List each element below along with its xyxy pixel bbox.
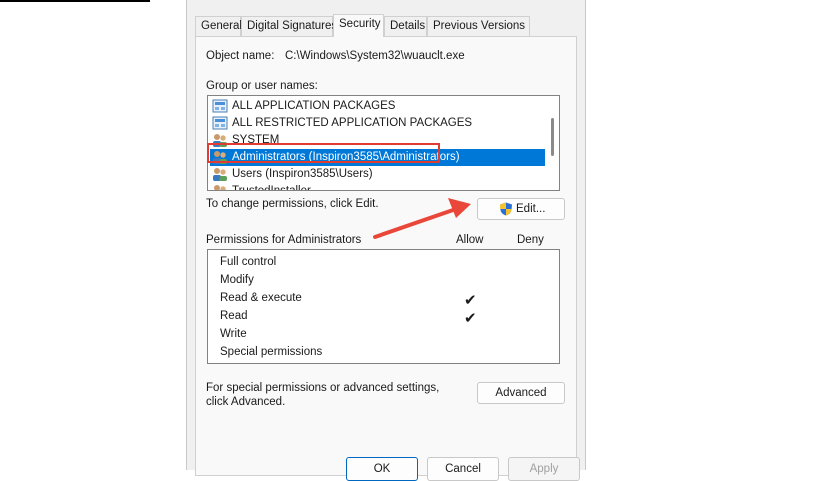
permission-row: Read ✔ xyxy=(220,308,550,327)
permission-name: Read & execute xyxy=(220,292,302,304)
permission-row: Special permissions xyxy=(220,344,550,362)
users-icon xyxy=(213,168,227,181)
object-name-value: C:\Windows\System32\wuauclt.exe xyxy=(285,50,465,62)
advanced-button[interactable]: Advanced xyxy=(477,382,565,404)
group-name: ALL APPLICATION PACKAGES xyxy=(232,100,396,112)
permission-name: Write xyxy=(220,328,247,340)
uac-shield-icon xyxy=(500,202,512,216)
object-name-label: Object name: xyxy=(206,50,275,62)
list-scrollbar[interactable] xyxy=(545,96,559,190)
permissions-label: Permissions for Administrators xyxy=(206,234,362,246)
permission-row: Modify xyxy=(220,272,550,290)
list-item[interactable]: ALL RESTRICTED APPLICATION PACKAGES xyxy=(210,115,550,132)
users-icon xyxy=(214,185,226,190)
group-names-label: Group or user names: xyxy=(206,80,318,92)
selection-highlight-box xyxy=(207,143,440,163)
permission-name: Full control xyxy=(220,256,277,268)
tab-details[interactable]: Details xyxy=(384,16,427,36)
tab-previous-versions[interactable]: Previous Versions xyxy=(427,16,530,36)
permission-name: Special permissions xyxy=(220,346,323,358)
allow-check-icon: ✔ xyxy=(464,292,477,309)
ok-button[interactable]: OK xyxy=(346,457,418,481)
annotation-arrow-icon xyxy=(373,198,471,239)
permission-name: Read xyxy=(220,310,248,322)
permission-row: Read & execute ✔ xyxy=(220,290,550,309)
group-name: ALL RESTRICTED APPLICATION PACKAGES xyxy=(232,117,473,129)
permission-row: Write xyxy=(220,326,550,344)
edit-button-label: Edit... xyxy=(516,203,546,215)
app-package-icon xyxy=(212,116,228,130)
tab-general[interactable]: General xyxy=(195,16,242,36)
app-package-icon xyxy=(212,99,228,113)
tab-security[interactable]: Security xyxy=(333,14,384,37)
permission-name: Modify xyxy=(220,274,254,286)
deny-header: Deny xyxy=(517,234,544,246)
permission-row: Full control xyxy=(220,254,550,272)
cancel-button[interactable]: Cancel xyxy=(427,457,499,481)
security-panel: Object name: C:\Windows\System32\wuauclt… xyxy=(195,36,577,476)
edit-button[interactable]: Edit... xyxy=(477,198,565,220)
group-name: Users (Inspiron3585\Users) xyxy=(232,168,373,180)
group-name: TrustedInstaller xyxy=(232,185,311,191)
change-permissions-hint: To change permissions, click Edit. xyxy=(206,198,379,210)
tab-digital-signatures[interactable]: Digital Signatures xyxy=(241,16,337,36)
list-item[interactable]: Users (Inspiron3585\Users) xyxy=(210,166,550,183)
permissions-list: Full control Modify Read & execute ✔ Rea… xyxy=(207,249,560,364)
list-item[interactable]: ALL APPLICATION PACKAGES xyxy=(210,98,550,115)
top-edge xyxy=(0,0,150,2)
advanced-hint: For special permissions or advanced sett… xyxy=(206,382,440,408)
allow-check-icon: ✔ xyxy=(464,310,477,327)
apply-button[interactable]: Apply xyxy=(508,457,580,481)
scroll-thumb[interactable] xyxy=(551,118,554,156)
list-item[interactable]: TrustedInstaller xyxy=(210,183,550,191)
